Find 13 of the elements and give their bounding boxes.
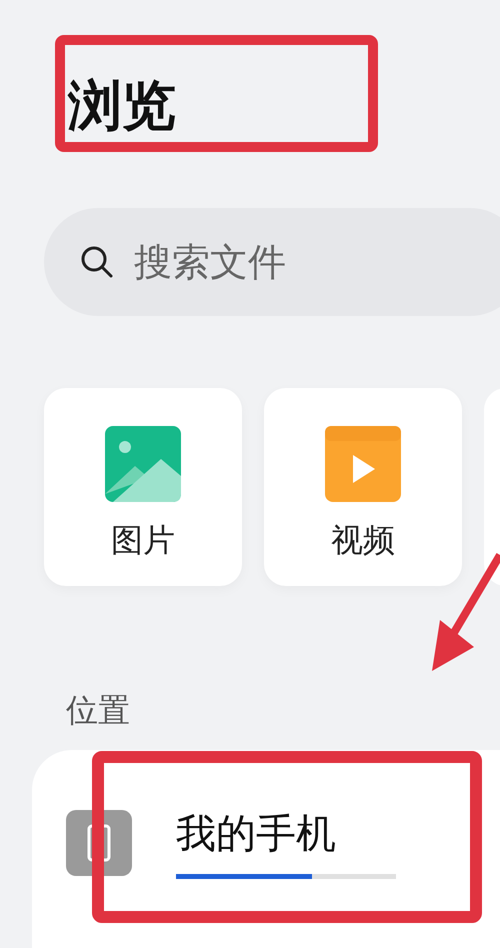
search-input[interactable]: 搜索文件 bbox=[134, 234, 434, 290]
category-label: 视频 bbox=[331, 520, 395, 561]
category-label: 图片 bbox=[111, 520, 175, 561]
video-icon bbox=[325, 426, 401, 502]
section-heading: 位置 bbox=[66, 691, 130, 729]
page-title: 浏览 bbox=[68, 73, 176, 139]
search-icon bbox=[80, 245, 114, 279]
location-item[interactable]: 我的手机 bbox=[32, 750, 500, 879]
location-name: 我的手机 bbox=[176, 810, 337, 859]
category-card[interactable]: 视频 bbox=[264, 388, 462, 586]
search-field[interactable]: 搜索文件 bbox=[44, 208, 500, 316]
image-icon bbox=[105, 426, 181, 502]
category-card[interactable]: 图片 bbox=[44, 388, 242, 586]
